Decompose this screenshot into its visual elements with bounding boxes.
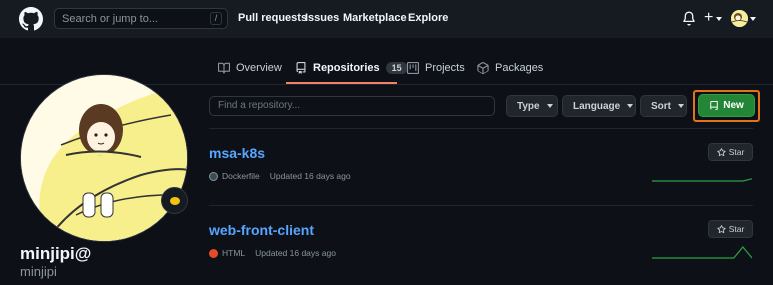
star-icon: [717, 147, 726, 156]
repo-language: Dockerfile: [222, 171, 260, 181]
tab-overview[interactable]: Overview: [218, 62, 282, 74]
star-icon: [717, 224, 726, 233]
tab-overview-label: Overview: [236, 62, 282, 74]
tab-repositories-label: Repositories: [313, 62, 380, 74]
notification-bell-icon[interactable]: [682, 11, 696, 26]
tab-packages[interactable]: Packages: [477, 62, 543, 74]
nav-issues[interactable]: Issues: [305, 12, 339, 24]
list-divider: [209, 205, 753, 206]
profile-display-name: minjipi@: [20, 244, 92, 263]
github-logo-icon[interactable]: [19, 7, 43, 31]
new-repository-button[interactable]: New: [698, 94, 755, 117]
find-repository-input[interactable]: Find a repository...: [209, 96, 495, 116]
find-repository-placeholder: Find a repository...: [218, 100, 301, 111]
repo-link[interactable]: web-front-client: [209, 222, 314, 238]
repo-icon: [710, 100, 718, 110]
repo-meta: Dockerfile Updated 16 days ago: [209, 171, 351, 181]
profile-avatar-illustration-icon: [21, 75, 187, 241]
repo-meta: HTML Updated 16 days ago: [209, 248, 336, 258]
star-label: Star: [728, 147, 745, 157]
tab-packages-label: Packages: [495, 62, 544, 74]
sort-filter-label: Sort: [651, 100, 671, 112]
type-chevron-down-icon: [546, 104, 553, 108]
project-board-icon: [407, 62, 419, 74]
repo-icon: [296, 62, 306, 74]
repo-updated: Updated 16 days ago: [255, 248, 336, 258]
sort-chevron-down-icon: [678, 104, 684, 108]
repo-link[interactable]: msa-k8s: [209, 145, 265, 161]
activity-line: [652, 246, 752, 259]
avatar-small-illustration-icon: [731, 10, 748, 27]
create-new-chevron-down-icon[interactable]: [716, 17, 722, 21]
top-header: Search or jump to... / Pull requests Iss…: [0, 0, 773, 38]
book-open-icon: [218, 62, 230, 74]
new-button-label: New: [723, 100, 744, 111]
sort-filter-button[interactable]: Sort: [640, 95, 687, 117]
nav-marketplace[interactable]: Marketplace: [343, 12, 407, 24]
repo-language: HTML: [222, 248, 246, 258]
package-icon: [477, 62, 489, 74]
repositories-count-badge: 15: [385, 62, 408, 74]
nav-pull-requests[interactable]: Pull requests: [238, 12, 307, 24]
user-menu-chevron-down-icon[interactable]: [750, 17, 756, 21]
type-filter-label: Type: [517, 100, 540, 112]
search-placeholder: Search or jump to...: [62, 13, 158, 25]
star-label: Star: [728, 224, 745, 234]
tab-projects[interactable]: Projects: [407, 62, 465, 74]
star-button[interactable]: Star: [708, 220, 753, 238]
create-new-plus-icon[interactable]: +: [704, 9, 713, 27]
activity-sparkline: [652, 246, 752, 259]
star-button[interactable]: Star: [708, 143, 753, 161]
nav-explore[interactable]: Explore: [408, 12, 448, 24]
list-divider: [209, 128, 753, 129]
repo-updated: Updated 16 days ago: [269, 171, 351, 181]
status-emoji-icon: [169, 196, 180, 205]
language-color-dot: [209, 171, 218, 181]
profile-avatar[interactable]: [20, 74, 188, 242]
search-shortcut-badge: /: [210, 12, 222, 25]
language-filter-button[interactable]: Language: [562, 95, 636, 117]
language-chevron-down-icon: [627, 104, 634, 108]
user-avatar-menu[interactable]: [731, 10, 748, 27]
activity-line: [652, 178, 752, 182]
tab-projects-label: Projects: [425, 62, 465, 74]
language-filter-label: Language: [573, 100, 621, 112]
tab-repositories[interactable]: Repositories 15: [295, 62, 408, 74]
type-filter-button[interactable]: Type: [506, 95, 558, 117]
profile-username: minjipi: [20, 264, 57, 279]
language-color-dot: [209, 248, 218, 258]
status-emoji-button[interactable]: [161, 187, 188, 214]
activity-sparkline: [652, 178, 752, 182]
search-input[interactable]: Search or jump to... /: [54, 8, 228, 29]
